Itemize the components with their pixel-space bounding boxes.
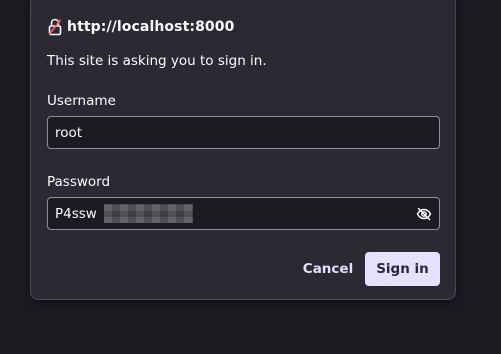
sign-in-button[interactable]: Sign in — [365, 252, 440, 286]
password-label: Password — [47, 174, 111, 190]
password-input[interactable]: P4ssw — [47, 197, 440, 230]
lock-icon — [48, 18, 62, 36]
cancel-button[interactable]: Cancel — [286, 252, 370, 286]
auth-dialog: http://localhost:8000 This site is askin… — [30, 0, 456, 300]
sign-in-message: This site is asking you to sign in. — [47, 53, 267, 69]
page-background: http://localhost:8000 This site is askin… — [0, 0, 501, 354]
username-input[interactable]: root — [47, 116, 440, 149]
username-value: root — [55, 124, 83, 141]
redacted-password-block — [104, 204, 193, 223]
eye-slash-icon — [416, 207, 432, 221]
username-label: Username — [47, 93, 116, 109]
site-origin: http://localhost:8000 — [67, 19, 235, 35]
dialog-header: http://localhost:8000 — [48, 17, 234, 37]
reveal-password-button[interactable] — [415, 205, 433, 223]
password-value: P4ssw — [55, 205, 97, 222]
